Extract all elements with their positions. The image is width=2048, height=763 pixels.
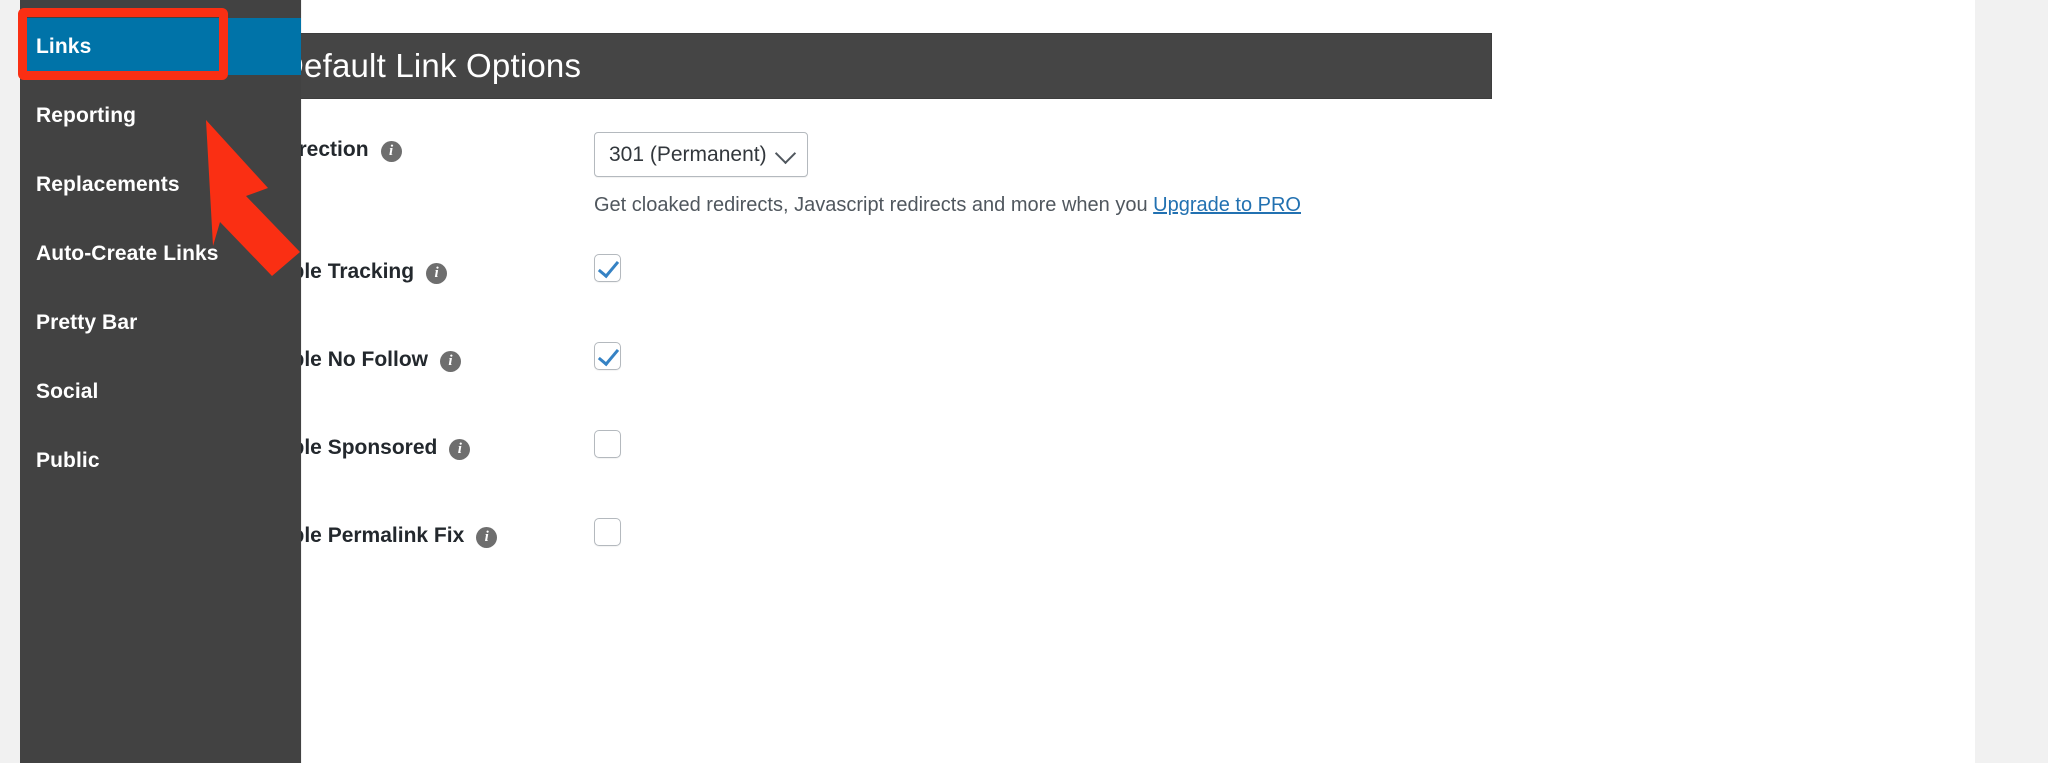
form-row-enable-sponsored: Enable Sponsored i: [253, 428, 1653, 516]
label-enable-no-follow: Enable No Follow i: [253, 340, 594, 372]
form-row-enable-no-follow: Enable No Follow i: [253, 340, 1653, 428]
default-link-options-form: Redirection i 301 (Permanent) Get cloake…: [253, 130, 1653, 604]
redirection-help-text: Get cloaked redirects, Javascript redire…: [594, 194, 1653, 217]
help-text-body: Get cloaked redirects, Javascript redire…: [594, 194, 1154, 216]
label-redirection: Redirection i: [253, 130, 594, 162]
app-root: Links Reporting Replacements Auto-Create…: [0, 0, 2048, 763]
control-enable-no-follow: [594, 340, 1653, 370]
info-icon[interactable]: i: [440, 350, 462, 372]
info-icon[interactable]: i: [426, 262, 448, 284]
info-icon[interactable]: i: [449, 438, 471, 460]
sidebar-item-label: Public: [36, 449, 100, 472]
upgrade-to-pro-link[interactable]: Upgrade to PRO: [1153, 194, 1301, 216]
redirection-select[interactable]: 301 (Permanent): [594, 132, 808, 177]
label-enable-permalink-fix: Enable Permalink Fix i: [253, 516, 594, 548]
sidebar-item-label: Links: [36, 35, 92, 58]
sidebar-item-reporting[interactable]: Reporting: [20, 87, 301, 144]
sidebar-nav-list: Links Reporting Replacements Auto-Create…: [20, 0, 301, 763]
sidebar-item-links[interactable]: Links: [20, 18, 301, 75]
control-redirection: 301 (Permanent) Get cloaked redirects, J…: [594, 130, 1653, 217]
enable-no-follow-checkbox[interactable]: [594, 342, 621, 370]
form-row-enable-tracking: Enable Tracking i: [253, 252, 1653, 340]
chevron-down-icon: [774, 142, 797, 164]
sidebar: Links Reporting Replacements Auto-Create…: [20, 0, 301, 763]
sidebar-item-auto-create-links[interactable]: Auto-Create Links: [20, 225, 301, 282]
sidebar-item-label: Reporting: [36, 104, 137, 127]
sidebar-item-social[interactable]: Social: [20, 363, 301, 420]
label-enable-tracking: Enable Tracking i: [253, 252, 594, 284]
info-icon[interactable]: i: [476, 526, 498, 548]
page-title: Default Link Options: [280, 47, 582, 84]
sidebar-item-label: Pretty Bar: [36, 311, 138, 334]
control-enable-tracking: [594, 252, 1653, 282]
info-icon[interactable]: i: [380, 140, 402, 162]
redirection-select-value: 301 (Permanent): [609, 142, 767, 166]
sidebar-item-label: Social: [36, 380, 99, 403]
control-enable-permalink-fix: [594, 516, 1653, 546]
sidebar-item-pretty-bar[interactable]: Pretty Bar: [20, 294, 301, 351]
enable-sponsored-checkbox[interactable]: [594, 430, 621, 458]
form-row-enable-permalink-fix: Enable Permalink Fix i: [253, 516, 1653, 604]
control-enable-sponsored: [594, 428, 1653, 458]
label-enable-sponsored: Enable Sponsored i: [253, 428, 594, 460]
enable-tracking-checkbox[interactable]: [594, 254, 621, 282]
form-row-redirection: Redirection i 301 (Permanent) Get cloake…: [253, 130, 1653, 252]
sidebar-item-replacements[interactable]: Replacements: [20, 156, 301, 213]
sidebar-item-label: Replacements: [36, 173, 180, 196]
sidebar-item-label: Auto-Create Links: [36, 242, 219, 265]
section-header: Default Link Options: [253, 33, 1492, 99]
sidebar-item-public[interactable]: Public: [20, 432, 301, 489]
enable-permalink-fix-checkbox[interactable]: [594, 518, 621, 546]
